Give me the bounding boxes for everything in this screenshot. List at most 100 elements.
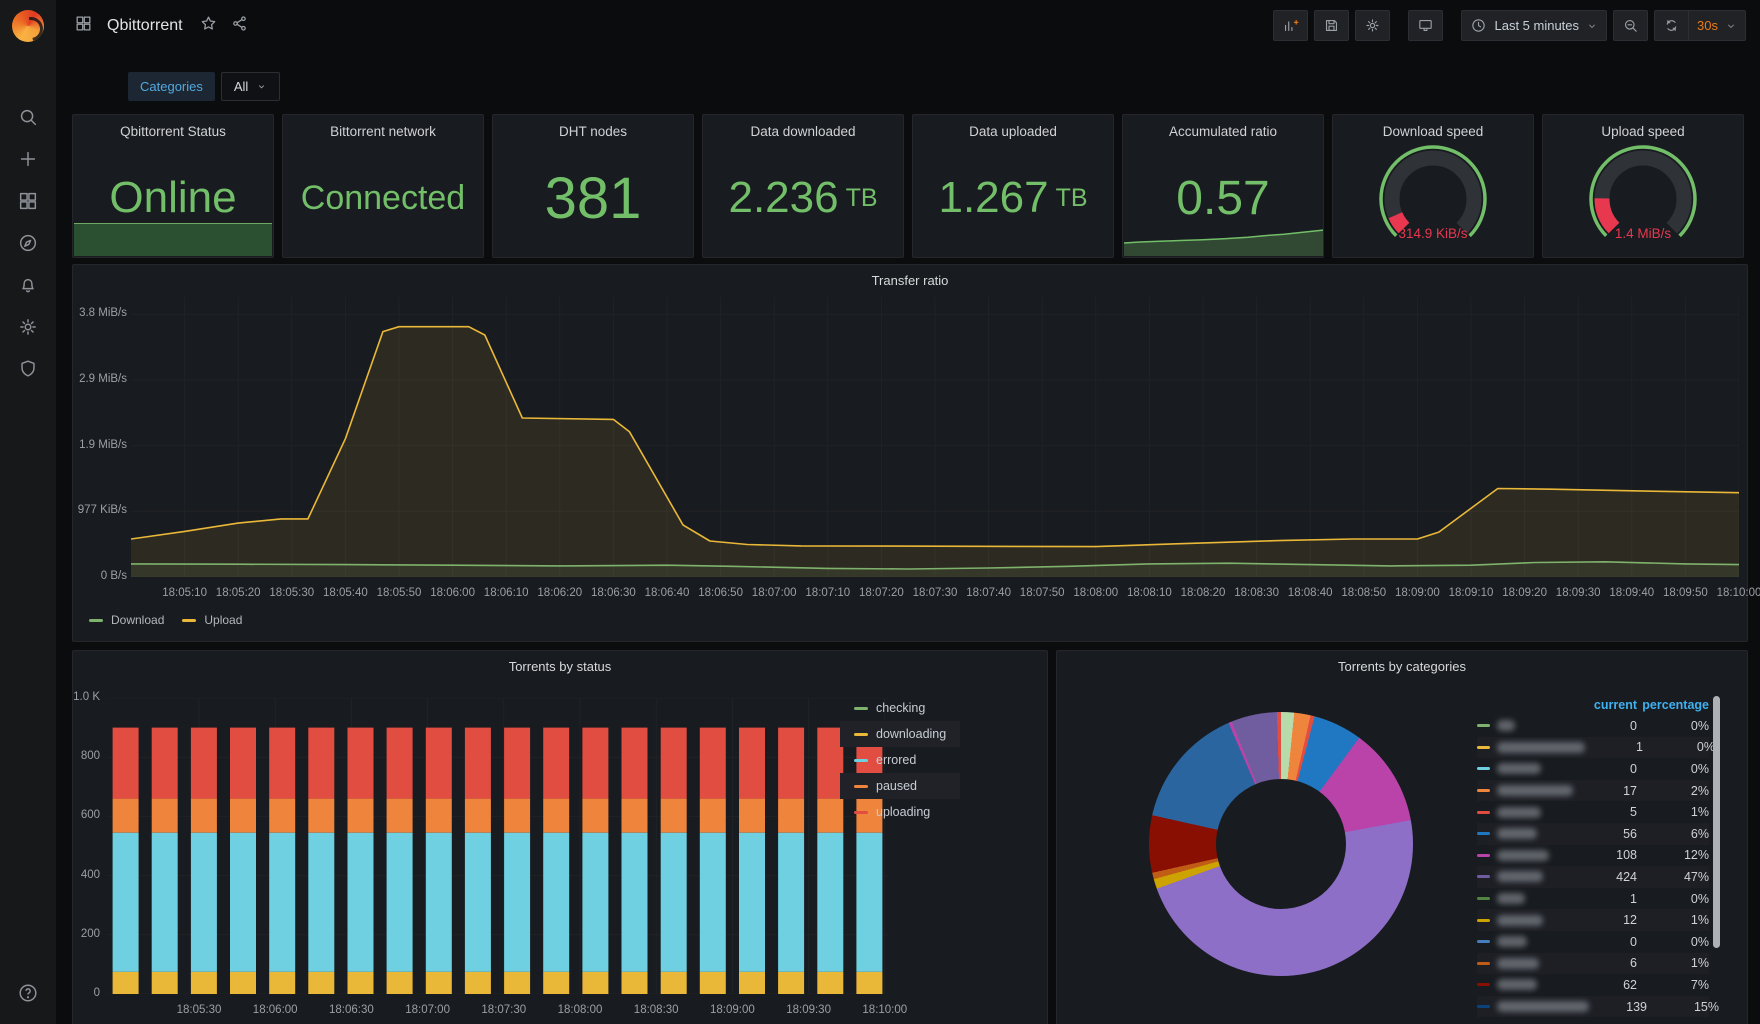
save-dashboard-button[interactable] — [1314, 10, 1350, 41]
legend-item-errored[interactable]: errored — [840, 747, 960, 773]
bar-segment-uploading — [660, 727, 687, 799]
dashboards-icon[interactable] — [17, 190, 39, 212]
table-row[interactable]: 0 0% — [1477, 758, 1709, 780]
grafana-logo[interactable] — [12, 10, 44, 42]
time-range-picker[interactable]: Last 5 minutes — [1461, 10, 1608, 41]
table-row[interactable]: 0 0% — [1477, 931, 1709, 953]
legend-item-downloading[interactable]: downloading — [840, 721, 961, 747]
bar-segment-uploading — [543, 727, 570, 799]
alerting-icon[interactable] — [17, 274, 39, 296]
table-row[interactable]: 5 1% — [1477, 801, 1709, 823]
table-row[interactable]: 62 7% — [1477, 974, 1709, 996]
table-row[interactable]: 1 0% — [1477, 736, 1715, 759]
category-label-redacted — [1497, 763, 1579, 775]
help-icon[interactable] — [17, 982, 39, 1004]
bar-segment-errored — [778, 832, 805, 972]
gauge-value: 1.4 MiB/s — [1615, 226, 1672, 241]
stat-value: 2.236 TB — [728, 173, 878, 222]
search-icon[interactable] — [17, 106, 39, 128]
bar-segment-paused — [230, 798, 256, 833]
panel-title[interactable]: Torrents by status — [73, 659, 1047, 674]
stat-panel-title: Data uploaded — [969, 124, 1057, 139]
star-icon[interactable] — [199, 14, 218, 38]
variable-value-dropdown[interactable]: All — [220, 72, 281, 101]
bar-segment-paused — [425, 798, 452, 833]
stat-sparkline — [74, 223, 272, 256]
bar-segment-downloading — [543, 971, 570, 994]
x-axis-tick: 18:06:00 — [252, 1004, 298, 1016]
column-header-current[interactable]: current — [1579, 698, 1637, 712]
category-label-redacted — [1497, 785, 1579, 797]
panel-title[interactable]: Torrents by categories — [1057, 659, 1747, 674]
bar-segment-paused — [543, 798, 570, 833]
cell-current: 5 — [1630, 805, 1637, 820]
legend-swatch — [1477, 745, 1490, 749]
bar-segment-errored — [582, 832, 609, 972]
zoom-out-time-button[interactable] — [1613, 10, 1649, 41]
category-label-redacted — [1497, 871, 1579, 883]
dashboard-settings-button[interactable] — [1355, 10, 1391, 41]
bar-segment-errored — [386, 832, 413, 972]
bar-segment-downloading — [504, 971, 531, 994]
legend-swatch — [854, 758, 868, 762]
stat-value: Connected — [300, 178, 466, 217]
table-row[interactable]: 6 1% — [1477, 952, 1709, 975]
configuration-icon[interactable] — [17, 316, 39, 338]
gauge: 314.9 KiB/s — [1333, 141, 1533, 253]
stat-panel-download-speed: Download speed 314.9 KiB/s — [1332, 114, 1534, 258]
server-admin-icon[interactable] — [17, 358, 39, 380]
table-row[interactable]: 56 6% — [1477, 822, 1709, 845]
bar-segment-downloading — [112, 971, 139, 994]
bar-segment-uploading — [386, 727, 413, 799]
bar-segment-paused — [386, 798, 413, 833]
table-row[interactable]: 1 0% — [1477, 888, 1709, 910]
bar-segment-uploading — [347, 727, 374, 799]
create-icon[interactable] — [17, 148, 39, 170]
chart-legend: Download Upload — [89, 613, 242, 627]
legend-item-upload[interactable]: Upload — [182, 613, 242, 627]
table-row[interactable]: 17 2% — [1477, 779, 1709, 802]
add-panel-button[interactable] — [1273, 10, 1309, 41]
bar-segment-errored — [621, 832, 648, 972]
table-row[interactable]: 12 1% — [1477, 909, 1709, 931]
table-row[interactable]: 0 0% — [1477, 715, 1709, 737]
cell-current: 17 — [1623, 783, 1637, 798]
share-icon[interactable] — [230, 14, 249, 38]
table-row[interactable]: 424 47% — [1477, 866, 1709, 888]
x-axis-tick: 18:07:00 — [405, 1004, 450, 1016]
stat-panel-bittorrent-network: Bittorrent network Connected — [282, 114, 484, 258]
bar-segment-downloading — [739, 971, 765, 994]
cell-percentage: 1% — [1690, 956, 1709, 971]
bar-segment-errored — [308, 832, 335, 972]
bar-segment-errored — [699, 832, 726, 972]
refresh-interval-picker[interactable]: 30s — [1689, 10, 1746, 41]
donut-hole — [1216, 779, 1346, 909]
submenu-bar: Categories All — [128, 72, 281, 101]
variable-label-categories[interactable]: Categories — [128, 72, 215, 101]
column-header-percentage[interactable]: percentage — [1637, 698, 1709, 712]
y-axis-tick: 1.9 MiB/s — [79, 438, 127, 451]
cell-percentage: 1% — [1690, 805, 1709, 820]
legend-item-uploading[interactable]: uploading — [840, 799, 960, 825]
legend-item-checking[interactable]: checking — [840, 695, 960, 721]
dashboard-title[interactable]: Qbittorrent — [107, 17, 183, 35]
refresh-button[interactable] — [1654, 10, 1690, 41]
panel-title[interactable]: Transfer ratio — [73, 273, 1747, 288]
bar-segment-uploading — [504, 727, 531, 799]
bar-segment-uploading — [190, 727, 217, 799]
cycle-view-button[interactable] — [1408, 10, 1444, 41]
table-scrollbar[interactable] — [1713, 696, 1720, 948]
table-row[interactable]: 139 15% — [1477, 995, 1719, 1018]
dashboard-grid-icon[interactable] — [74, 14, 93, 38]
stat-panel-title: Bittorrent network — [330, 124, 436, 139]
category-label-redacted — [1497, 828, 1579, 840]
table-row[interactable]: 108 12% — [1477, 845, 1709, 867]
bar-segment-uploading — [621, 727, 648, 799]
legend-item-download[interactable]: Download — [89, 613, 164, 627]
bar-segment-downloading — [190, 971, 217, 994]
bar-segment-uploading — [230, 727, 256, 799]
y-axis-tick: 977 KiB/s — [77, 504, 127, 517]
bar-segment-downloading — [621, 971, 648, 994]
explore-icon[interactable] — [17, 232, 39, 254]
legend-item-paused[interactable]: paused — [840, 773, 961, 799]
